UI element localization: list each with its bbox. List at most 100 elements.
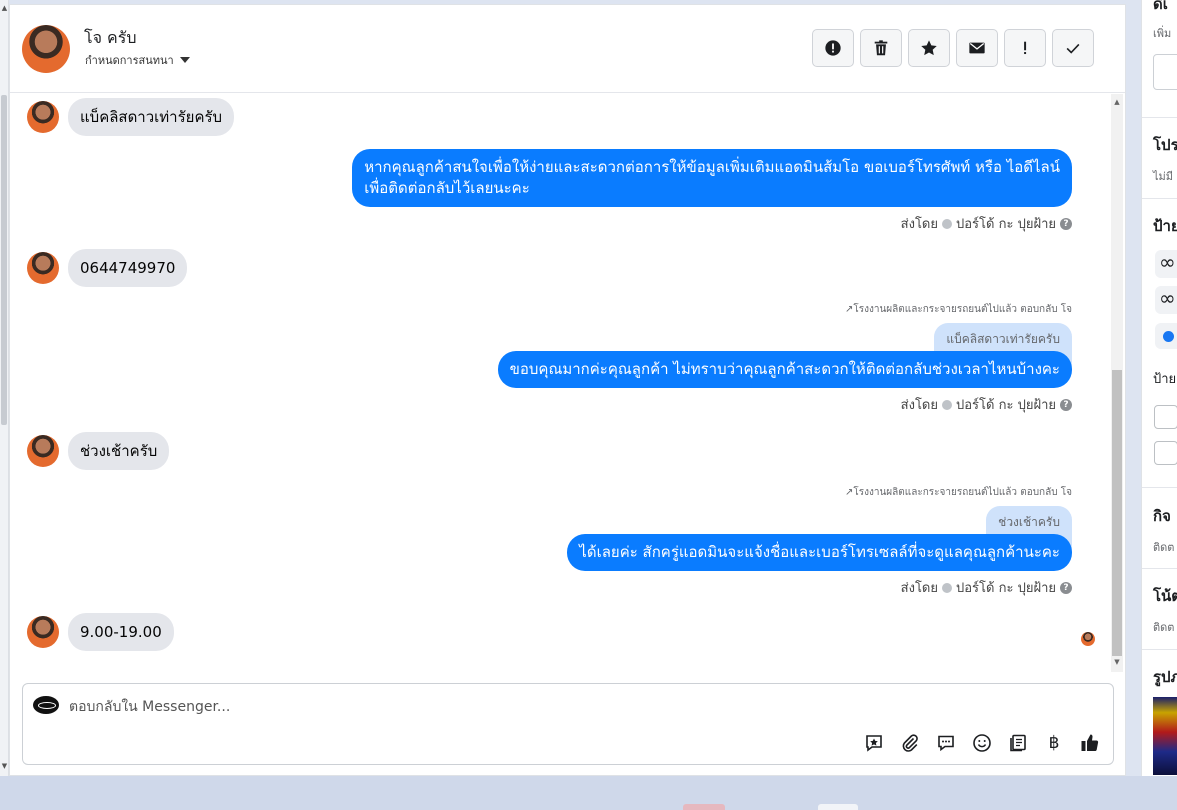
details-section-subtitle: เพิ่ม <box>1153 27 1172 40</box>
message-bubble[interactable]: แบ็คลิสดาวเท่ารัยครับ <box>68 98 235 136</box>
delete-button[interactable] <box>860 29 902 67</box>
mark-done-button[interactable] <box>1052 29 1094 67</box>
message-bubble[interactable]: ขอบคุณมากค่ะคุณลูกค้า ไม่ทราบว่าคุณลูกค้… <box>497 351 1072 388</box>
thumbs-up-icon <box>1081 734 1099 751</box>
section-divider <box>1142 649 1177 650</box>
report-spam-button[interactable] <box>812 29 854 67</box>
incoming-message: 0644749970 <box>27 249 188 287</box>
star-icon <box>921 40 937 56</box>
section-divider <box>1142 487 1177 488</box>
outgoing-reply-message: ↗โรงงานผลิตและกระจายรถยนต์ไปแล้ว ตอบกลับ… <box>497 302 1072 415</box>
help-icon[interactable]: ? <box>1060 581 1072 594</box>
reply-meta-text: โรงงานผลิตและกระจายรถยนต์ไปแล้ว ตอบกลับ … <box>853 487 1072 498</box>
reply-composer: ฿ <box>22 683 1114 765</box>
message-list[interactable]: แบ็คลิสดาวเท่ารัยครับ หากคุณลูกค้าสนใจเพ… <box>10 94 1110 672</box>
label-tag[interactable]: ∞ <box>1155 286 1177 314</box>
sent-by-info: ส่งโดย ปอร์โด้ กะ ปุยฝ้าย ? <box>498 394 1072 415</box>
emoji-button[interactable] <box>971 732 993 754</box>
attachment-icon <box>902 734 918 752</box>
contact-details-panel: ดีเ เพิ่ม โปร ไม่มี ป้าย ∞ ∞ ป้าย กิจ ติ… <box>1141 0 1177 776</box>
section-divider <box>1142 117 1177 118</box>
help-icon[interactable]: ? <box>1060 217 1072 230</box>
taskbar <box>0 776 1177 810</box>
message-scroll-thumb[interactable] <box>1112 370 1122 656</box>
trash-icon <box>874 40 888 56</box>
saved-reply-button[interactable] <box>863 732 885 754</box>
left-scroll-thumb[interactable] <box>1 95 7 425</box>
details-input[interactable] <box>1153 54 1177 90</box>
attach-button[interactable] <box>899 732 921 754</box>
incoming-message: ช่วงเช้าครับ <box>27 432 170 470</box>
follow-up-button[interactable] <box>1004 29 1046 67</box>
chat-bubble-icon <box>938 735 954 752</box>
reply-meta-text: โรงงานผลิตและกระจายรถยนต์ไปแล้ว ตอบกลับ … <box>853 304 1072 315</box>
checkmark-icon <box>1066 43 1080 54</box>
incoming-message: 9.00-19.00 <box>27 613 174 651</box>
sent-by-info: ส่งโดย ปอร์โด้ กะ ปุยฝ้าย ? <box>567 577 1072 598</box>
seen-receipt-avatar <box>1081 632 1095 646</box>
caret-down-icon <box>179 57 190 63</box>
header-actions <box>812 29 1094 67</box>
scroll-down-arrow-icon[interactable]: ▼ <box>1111 658 1123 666</box>
help-icon[interactable]: ? <box>1060 398 1072 411</box>
sent-by-name[interactable]: ปอร์โด้ กะ ปุยฝ้าย <box>956 213 1056 234</box>
label-tag[interactable]: ∞ <box>1155 250 1177 278</box>
scroll-up-arrow-icon[interactable]: ▲ <box>1111 98 1123 106</box>
message-bubble[interactable]: ช่วงเช้าครับ <box>68 432 170 470</box>
message-bubble[interactable]: หากคุณลูกค้าสนใจเพื่อให้ง่ายและสะดวกต่อก… <box>352 149 1072 207</box>
message-scrollbar[interactable]: ▲ ▼ <box>1111 94 1123 672</box>
sent-by-name[interactable]: ปอร์โด้ กะ ปุยฝ้าย <box>956 394 1056 415</box>
composer-tools: ฿ <box>863 732 1101 754</box>
baht-icon: ฿ <box>1048 733 1060 753</box>
mark-unread-button[interactable] <box>956 29 998 67</box>
assign-conversation-dropdown[interactable]: กำหนดการสนทนา <box>85 51 190 69</box>
sender-avatar[interactable] <box>27 252 59 284</box>
notes-section-subtitle: ติดต <box>1153 621 1175 634</box>
left-scrollbar[interactable]: ▲ ▼ <box>0 0 9 776</box>
message-text-line: หากคุณลูกค้าสนใจเพื่อให้ง่ายและสะดวกต่อก… <box>364 158 1060 176</box>
message-bubble-button[interactable] <box>935 732 957 754</box>
star-button[interactable] <box>908 29 950 67</box>
outgoing-message: หากคุณลูกค้าสนใจเพื่อให้ง่ายและสะดวกต่อก… <box>352 149 1072 234</box>
page-avatar <box>33 696 59 714</box>
scroll-up-arrow-icon[interactable]: ▲ <box>0 4 9 12</box>
sent-by-prefix: ส่งโดย <box>900 217 938 232</box>
outgoing-reply-message: ↗โรงงานผลิตและกระจายรถยนต์ไปแล้ว ตอบกลับ… <box>567 485 1072 598</box>
envelope-icon <box>969 42 985 54</box>
incoming-message: แบ็คลิสดาวเท่ารัยครับ <box>27 98 235 136</box>
message-bubble[interactable]: 0644749970 <box>68 249 188 287</box>
profile-section-title: โปร <box>1153 136 1177 154</box>
contact-name[interactable]: โจ ครับ <box>84 26 137 51</box>
exclamation-icon <box>1024 41 1027 55</box>
message-text-line: เพื่อติดต่อกลับไว้เลยนะคะ <box>364 179 530 197</box>
payment-button[interactable]: ฿ <box>1043 732 1065 754</box>
alert-circle-icon <box>825 40 841 56</box>
sender-dot-icon <box>942 399 952 410</box>
message-bubble[interactable]: 9.00-19.00 <box>68 613 174 651</box>
activity-section-title: กิจ <box>1153 507 1171 525</box>
taskbar-app-button[interactable] <box>683 804 725 810</box>
label-checkbox[interactable] <box>1154 441 1177 465</box>
reply-input[interactable] <box>69 696 669 718</box>
sender-avatar[interactable] <box>27 435 59 467</box>
sent-by-name[interactable]: ปอร์โด้ กะ ปุยฝ้าย <box>956 577 1056 598</box>
activity-section-subtitle: ติดต <box>1153 541 1175 554</box>
media-section-title: รูปภ <box>1153 668 1177 686</box>
section-divider <box>1142 198 1177 199</box>
like-button[interactable] <box>1079 732 1101 754</box>
add-label-button[interactable] <box>1155 323 1177 349</box>
taskbar-app-button[interactable] <box>818 804 858 810</box>
message-bubble[interactable]: ได้เลยค่ะ สักครู่แอดมินจะแจ้งชื่อและเบอร… <box>567 534 1072 571</box>
contact-avatar[interactable] <box>22 25 70 73</box>
scroll-down-arrow-icon[interactable]: ▼ <box>0 762 9 770</box>
profile-section-subtitle: ไม่มี <box>1153 170 1174 183</box>
labels-section-title: ป้าย <box>1153 217 1177 235</box>
reply-meta: ↗โรงงานผลิตและกระจายรถยนต์ไปแล้ว ตอบกลับ… <box>498 302 1072 317</box>
label-checkbox[interactable] <box>1154 405 1177 429</box>
media-thumbnail[interactable] <box>1153 697 1177 775</box>
sender-avatar[interactable] <box>27 616 59 648</box>
sent-by-info: ส่งโดย ปอร์โด้ กะ ปุยฝ้าย ? <box>352 213 1072 234</box>
sender-avatar[interactable] <box>27 101 59 133</box>
catalog-button[interactable] <box>1007 732 1029 754</box>
sent-by-prefix: ส่งโดย <box>900 581 938 596</box>
